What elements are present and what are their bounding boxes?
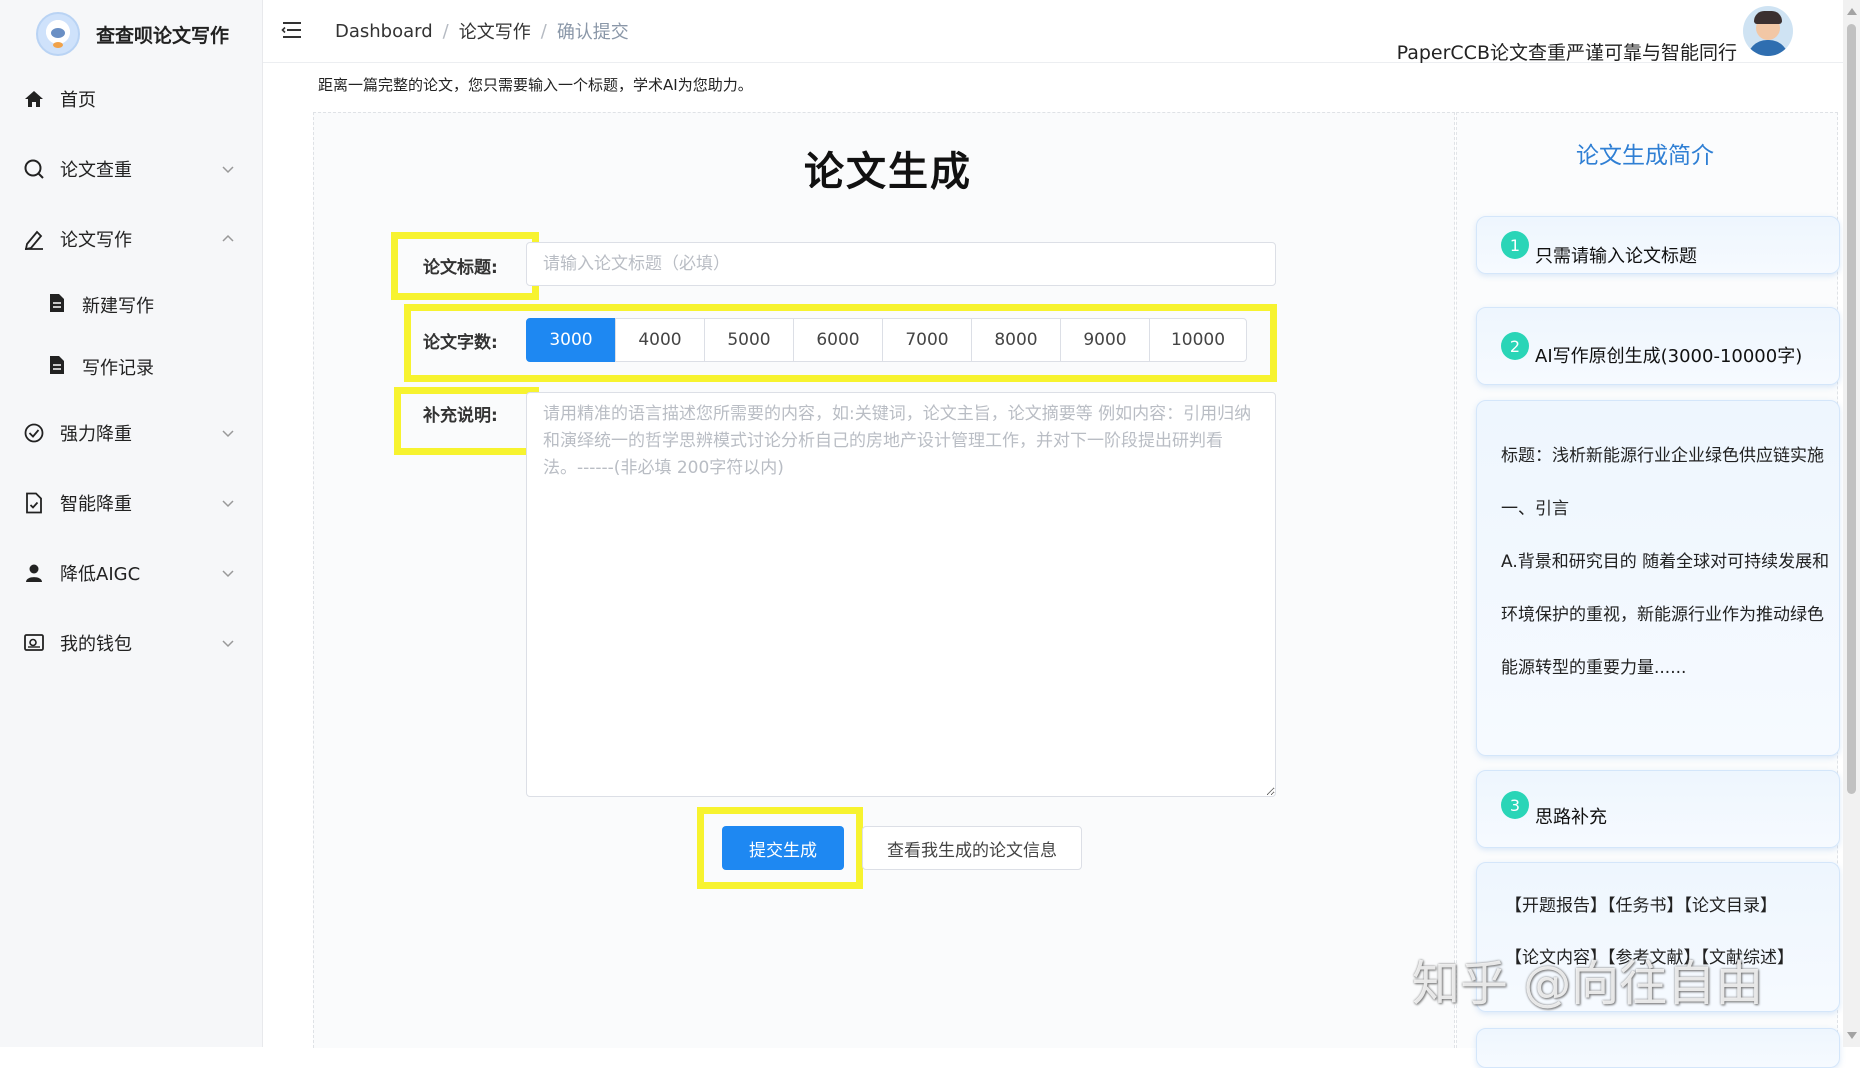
document-icon xyxy=(48,355,66,379)
sidebar-item-label: 智能降重 xyxy=(60,494,132,515)
chevron-down-icon xyxy=(222,430,234,438)
wordcount-option-3000[interactable]: 3000 xyxy=(526,318,616,362)
extra-label: 补充说明: xyxy=(423,406,498,426)
watermark: 知乎 @向往自由 xyxy=(1412,956,1764,1012)
title-input[interactable] xyxy=(526,242,1276,286)
wordcount-label: 论文字数: xyxy=(423,333,498,353)
header-slogan: PaperCCB论文查重严谨可靠与智能同行 xyxy=(1396,42,1737,64)
step-number-badge: 3 xyxy=(1501,791,1529,819)
sample-line: 环境保护的重视，新能源行业作为推动绿色 xyxy=(1501,605,1824,625)
scroll-up-arrow-icon[interactable] xyxy=(1847,8,1857,15)
sidebar: 查查呗论文写作 首页 论文查重 论文写作 新建写作 写作记录 强力降重 智能降重… xyxy=(0,0,263,1047)
tags-line: 【开题报告】【任务书】【论文目录】 xyxy=(1505,896,1777,916)
breadcrumb: Dashboard / 论文写作 / 确认提交 xyxy=(335,0,629,62)
wordcount-option-5000[interactable]: 5000 xyxy=(704,318,794,362)
sidebar-item-plagiarism-check[interactable]: 论文查重 xyxy=(0,134,262,204)
top-header: Dashboard / 论文写作 / 确认提交 PaperCCB论文查重严谨可靠… xyxy=(263,0,1860,64)
sample-line: 能源转型的重要力量...... xyxy=(1501,658,1687,678)
sample-line: 标题：浅析新能源行业企业绿色供应链实施 xyxy=(1501,446,1824,466)
step-text: 只需请输入论文标题 xyxy=(1535,246,1697,267)
chevron-down-icon xyxy=(222,570,234,578)
document-icon xyxy=(48,293,66,317)
title-label: 论文标题: xyxy=(423,258,498,278)
sample-line: 一、引言 xyxy=(1501,499,1569,519)
step-number-badge: 2 xyxy=(1501,332,1529,360)
step-number-badge: 1 xyxy=(1501,231,1529,259)
pen-icon xyxy=(22,227,46,251)
intro-step-card: 1 只需请输入论文标题 xyxy=(1476,216,1840,274)
sidebar-subitem-label: 写作记录 xyxy=(82,358,154,379)
app-name: 查查呗论文写作 xyxy=(96,24,230,47)
breadcrumb-separator: / xyxy=(442,20,449,42)
sidebar-item-label: 我的钱包 xyxy=(60,634,132,655)
scroll-thumb[interactable] xyxy=(1847,24,1856,794)
page-title: 论文生成 xyxy=(804,149,972,195)
user-icon xyxy=(22,561,46,585)
breadcrumb-separator: / xyxy=(540,20,547,42)
sidebar-item-label: 降低AIGC xyxy=(60,564,141,585)
extra-notes-textarea[interactable] xyxy=(526,392,1276,797)
wallet-icon xyxy=(22,631,46,655)
scroll-down-arrow-icon[interactable] xyxy=(1847,1032,1857,1039)
sidebar-item-paper-writing[interactable]: 论文写作 xyxy=(0,204,262,274)
home-icon xyxy=(22,87,46,111)
chevron-down-icon xyxy=(222,500,234,508)
step-text: AI写作原创生成(3000-10000字) xyxy=(1535,346,1803,367)
breadcrumb-dashboard[interactable]: Dashboard xyxy=(335,21,433,42)
sidebar-item-smart-rewrite[interactable]: 智能降重 xyxy=(0,468,262,538)
sidebar-item-label: 论文查重 xyxy=(60,160,132,181)
wordcount-selector: 3000 4000 5000 6000 7000 8000 9000 10000 xyxy=(526,318,1247,362)
avatar[interactable] xyxy=(1743,6,1793,56)
breadcrumb-current: 确认提交 xyxy=(556,22,629,43)
sidebar-item-label: 论文写作 xyxy=(60,230,132,251)
sidebar-item-wallet[interactable]: 我的钱包 xyxy=(0,608,262,678)
sidebar-subitem-writing-records[interactable]: 写作记录 xyxy=(0,336,262,398)
wordcount-option-6000[interactable]: 6000 xyxy=(793,318,883,362)
app-logo[interactable]: 查查呗论文写作 xyxy=(36,8,229,60)
sidebar-menu: 首页 论文查重 论文写作 新建写作 写作记录 强力降重 智能降重 降低AIGC … xyxy=(0,64,262,678)
wordcount-option-10000[interactable]: 10000 xyxy=(1149,318,1247,362)
sidebar-item-strong-rewrite[interactable]: 强力降重 xyxy=(0,398,262,468)
menu-toggle-icon[interactable] xyxy=(281,18,305,42)
intro-step-card: 2 AI写作原创生成(3000-10000字) xyxy=(1476,307,1840,385)
wordcount-option-7000[interactable]: 7000 xyxy=(882,318,972,362)
chevron-down-icon xyxy=(222,166,234,174)
wordcount-option-9000[interactable]: 9000 xyxy=(1060,318,1150,362)
logo-icon xyxy=(36,12,80,56)
chevron-up-icon xyxy=(222,234,234,242)
sidebar-subitem-label: 新建写作 xyxy=(82,296,154,317)
sidebar-item-home[interactable]: 首页 xyxy=(0,64,262,134)
page-hint: 距离一篇完整的论文，您只需要输入一个标题，学术AI为您助力。 xyxy=(318,76,753,94)
intro-card-partial xyxy=(1476,1028,1840,1068)
wordcount-option-8000[interactable]: 8000 xyxy=(971,318,1061,362)
sidebar-item-label: 首页 xyxy=(60,90,96,111)
search-icon xyxy=(22,157,46,181)
breadcrumb-paper-writing[interactable]: 论文写作 xyxy=(459,18,531,44)
wordcount-option-4000[interactable]: 4000 xyxy=(615,318,705,362)
sidebar-subitem-new-writing[interactable]: 新建写作 xyxy=(0,274,262,336)
sample-line: A.背景和研究目的 随着全球对可持续发展和 xyxy=(1501,552,1830,572)
submit-generate-button[interactable]: 提交生成 xyxy=(722,826,844,870)
document-check-icon xyxy=(22,491,46,515)
page-scrollbar[interactable] xyxy=(1843,0,1860,1047)
intro-step-card: 3 思路补充 xyxy=(1476,770,1840,848)
intro-title: 论文生成简介 xyxy=(1576,143,1714,169)
sidebar-item-label: 强力降重 xyxy=(60,424,132,445)
check-circle-icon xyxy=(22,421,46,445)
sidebar-item-reduce-aigc[interactable]: 降低AIGC xyxy=(0,538,262,608)
view-my-papers-button[interactable]: 查看我生成的论文信息 xyxy=(862,826,1082,870)
chevron-down-icon xyxy=(222,640,234,648)
intro-sample-card: 标题：浅析新能源行业企业绿色供应链实施 一、引言 A.背景和研究目的 随着全球对… xyxy=(1476,400,1840,756)
step-text: 思路补充 xyxy=(1535,807,1607,828)
